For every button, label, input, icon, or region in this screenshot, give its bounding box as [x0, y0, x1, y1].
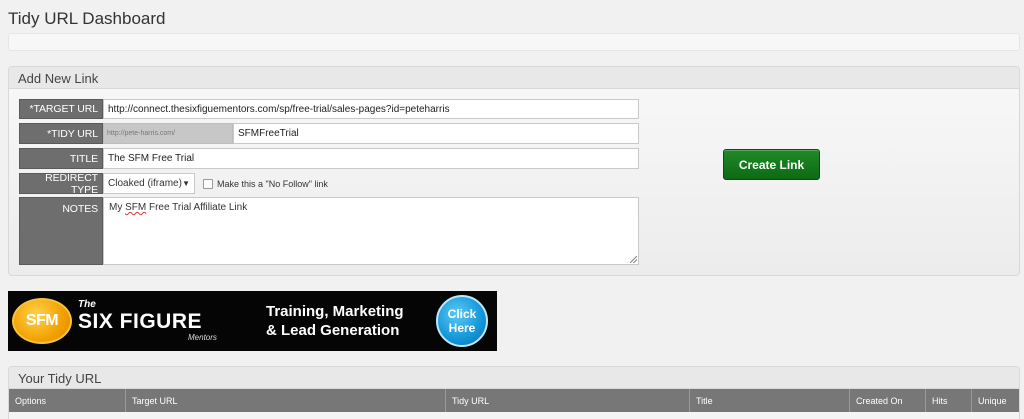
nofollow-option[interactable]: Make this a "No Follow" link [203, 173, 328, 194]
banner-tagline-line2: & Lead Generation [266, 322, 400, 339]
sfm-banner-ad[interactable]: SFM The SIX FIGURE Mentors Training, Mar… [8, 291, 497, 351]
cta-line1: Click [447, 307, 477, 321]
add-link-form: *TARGET URL http://connect.thesixfigueme… [9, 89, 1019, 275]
sfm-logo: SFM [12, 298, 72, 344]
redirect-type-row: REDIRECT TYPE Cloaked (iframe) ▼ Make th… [19, 172, 328, 196]
add-new-link-panel: Add New Link *TARGET URL http://connect.… [8, 66, 1020, 276]
panel-heading: Your Tidy URL [9, 367, 1019, 389]
nofollow-label: Make this a "No Follow" link [217, 178, 328, 189]
column-header-hits[interactable]: Hits [926, 389, 972, 412]
banner-brand: SIX FIGURE [78, 310, 203, 333]
column-header-unique[interactable]: Unique [972, 389, 1019, 412]
title-input[interactable]: The SFM Free Trial [103, 148, 639, 169]
banner-mentors: Mentors [188, 333, 217, 342]
table-header: Options Target URL Tidy URL Title Create… [9, 389, 1019, 412]
create-link-button[interactable]: Create Link [723, 149, 820, 180]
target-url-row: *TARGET URL http://connect.thesixfigueme… [19, 99, 639, 119]
banner-the: The [78, 299, 96, 310]
notification-bar [8, 33, 1020, 51]
notes-label: NOTES [19, 197, 103, 265]
your-tidy-url-panel: Your Tidy URL Options Target URL Tidy UR… [8, 366, 1020, 419]
banner-tagline: Training, Marketing & Lead Generation [266, 302, 416, 340]
target-url-label: *TARGET URL [19, 99, 103, 119]
notes-text-post: Free Trial Affiliate Link [146, 202, 248, 213]
notes-text-flagged: SFM [125, 202, 147, 213]
notes-textarea[interactable]: My SFM Free Trial Affiliate Link [103, 197, 639, 265]
column-header-options[interactable]: Options [9, 389, 126, 412]
tidy-url-prefix: http://pete-harris.com/ [103, 123, 233, 144]
banner-tagline-line1: Training, Marketing [266, 303, 404, 320]
notes-row: NOTES My SFM Free Trial Affiliate Link [19, 197, 639, 265]
title-label: TITLE [19, 148, 103, 169]
column-header-created-on[interactable]: Created On [850, 389, 926, 412]
panel-heading: Add New Link [9, 67, 1019, 89]
redirect-type-select[interactable]: Cloaked (iframe) ▼ [103, 173, 195, 194]
tidy-url-label: *TIDY URL [19, 123, 103, 144]
column-header-title[interactable]: Title [690, 389, 850, 412]
click-here-button[interactable]: Click Here [436, 295, 488, 347]
redirect-type-value: Cloaked (iframe) [108, 178, 182, 189]
cta-line2: Here [448, 321, 476, 335]
resize-handle-icon[interactable] [630, 256, 637, 263]
chevron-down-icon: ▼ [182, 179, 190, 188]
nofollow-checkbox[interactable] [203, 178, 213, 189]
title-row: TITLE The SFM Free Trial [19, 148, 639, 169]
column-header-target-url[interactable]: Target URL [126, 389, 446, 412]
target-url-input[interactable]: http://connect.thesixfiguementors.com/sp… [103, 99, 639, 119]
tidy-url-row: *TIDY URL http://pete-harris.com/ SFMFre… [19, 123, 639, 144]
redirect-type-label: REDIRECT TYPE [19, 172, 103, 196]
notes-text-pre: My [109, 202, 126, 213]
tidy-url-input[interactable]: SFMFreeTrial [233, 123, 639, 144]
page-title: Tidy URL Dashboard [8, 9, 166, 28]
column-header-tidy-url[interactable]: Tidy URL [446, 389, 690, 412]
